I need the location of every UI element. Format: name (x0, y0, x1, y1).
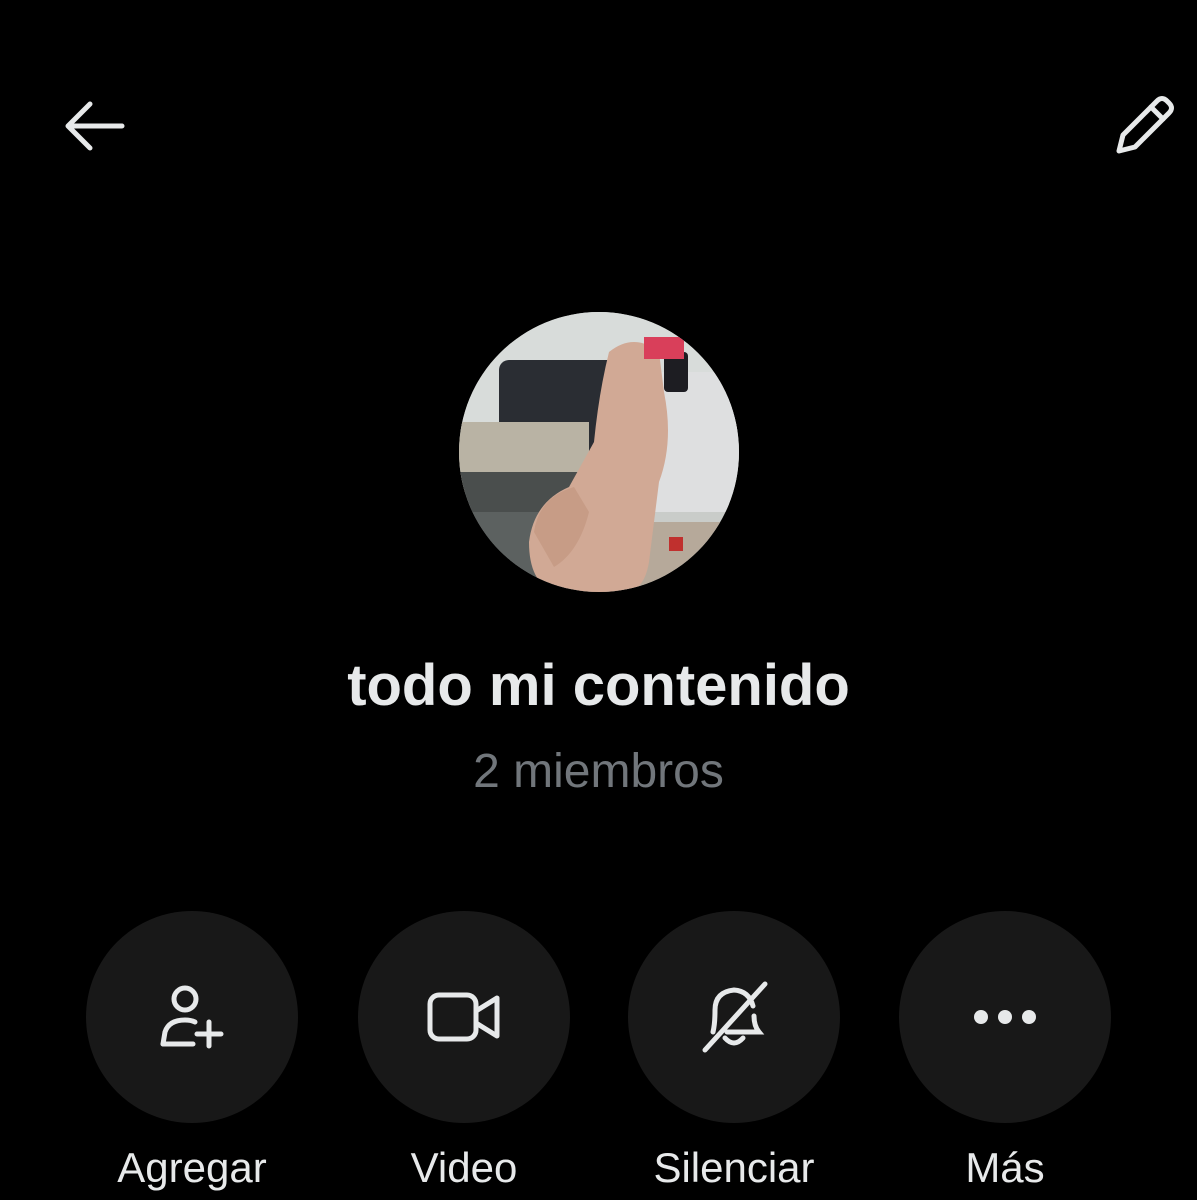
bell-slash-icon (702, 981, 768, 1053)
group-avatar[interactable] (459, 312, 739, 592)
action-mute: Silenciar (627, 911, 841, 1200)
action-more: Más (898, 911, 1112, 1200)
arrow-left-icon (65, 101, 125, 151)
back-button[interactable] (52, 90, 136, 162)
add-person-icon (160, 985, 224, 1049)
action-label: Agregar (117, 1144, 267, 1191)
top-bar (0, 0, 1197, 250)
mute-button[interactable] (628, 911, 840, 1123)
add-button[interactable] (86, 911, 298, 1123)
action-video: Video (357, 911, 571, 1200)
more-horizontal-icon (974, 1010, 1036, 1024)
video-button[interactable] (358, 911, 570, 1123)
action-add: Agregar (85, 911, 299, 1200)
action-label: Silenciar (653, 1144, 815, 1191)
group-name: todo mi contenido (347, 653, 850, 718)
avatar-photo (459, 312, 739, 592)
action-label: Más (965, 1144, 1045, 1191)
pencil-icon (1116, 96, 1174, 154)
action-label: Video (410, 1144, 518, 1191)
video-camera-icon (427, 992, 500, 1042)
edit-button[interactable] (1098, 84, 1190, 168)
member-count[interactable]: 2 miembros (0, 742, 1197, 802)
more-button[interactable] (899, 911, 1111, 1123)
